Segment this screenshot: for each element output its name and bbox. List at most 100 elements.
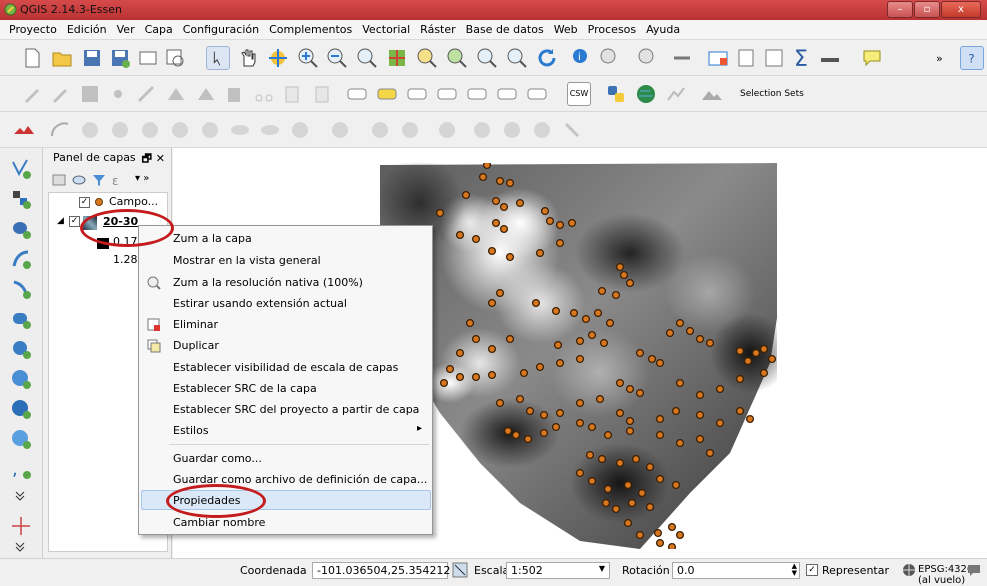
digitize-curve-icon[interactable]	[48, 118, 72, 142]
paste-features-icon[interactable]	[310, 82, 334, 106]
delete-part-icon[interactable]	[228, 118, 252, 142]
scale-combobox[interactable]: 1:502 ▼	[506, 562, 610, 579]
add-mssql-layer-icon[interactable]	[10, 278, 32, 300]
split-parts-icon[interactable]	[368, 118, 392, 142]
zoom-next-icon[interactable]	[505, 46, 529, 70]
move-label-icon[interactable]	[465, 82, 489, 106]
save-edits-icon[interactable]	[78, 82, 102, 106]
menu-complementos[interactable]: Complementos	[264, 20, 357, 39]
menu-item-remove[interactable]: Eliminar	[173, 318, 218, 331]
rotation-spinbox[interactable]: 0.0 ▲ ▼	[672, 562, 800, 579]
map-tips-icon[interactable]	[860, 46, 884, 70]
identify-features-icon[interactable]: i	[570, 46, 594, 70]
add-delimited-text-layer-icon[interactable]: ,	[10, 458, 32, 480]
add-wms-layer-icon[interactable]	[10, 368, 32, 390]
cut-features-icon[interactable]	[252, 82, 276, 106]
pan-to-selection-icon[interactable]	[266, 46, 290, 70]
toolbar-overflow-button[interactable]: »	[936, 52, 943, 65]
offset-point-icon[interactable]	[530, 118, 554, 142]
filter-expression-icon[interactable]: ε	[111, 172, 127, 188]
menu-vectorial[interactable]: Vectorial	[357, 20, 415, 39]
measure-icon[interactable]	[670, 46, 694, 70]
pin-labels-icon[interactable]	[405, 82, 429, 106]
menu-item-scale-visibility[interactable]: Establecer visibilidad de escala de capa…	[173, 361, 398, 374]
menu-ver[interactable]: Ver	[112, 20, 140, 39]
delete-selected-icon[interactable]	[222, 82, 246, 106]
measure-line-icon[interactable]	[818, 46, 842, 70]
help-icon[interactable]: ?	[960, 46, 984, 70]
menu-raster[interactable]: Ráster	[415, 20, 460, 39]
menu-configuracion[interactable]: Configuración	[178, 20, 264, 39]
delete-ring-icon[interactable]	[198, 118, 222, 142]
statistics-icon[interactable]	[762, 46, 786, 70]
zoom-to-layer-icon[interactable]	[445, 46, 469, 70]
terrain-profile-icon[interactable]	[12, 118, 36, 142]
regular-shape-icon[interactable]	[560, 118, 584, 142]
layer-visibility-checkbox[interactable]: ✓	[69, 216, 80, 227]
label-tool-icon[interactable]	[345, 82, 369, 106]
move-feature-icon[interactable]	[134, 82, 158, 106]
toggle-extents-icon[interactable]	[452, 562, 468, 578]
add-oracle-layer-icon[interactable]	[10, 308, 32, 330]
selection-sets-label[interactable]: Selection Sets	[740, 89, 804, 99]
copy-features-icon[interactable]	[280, 82, 304, 106]
current-edits-icon[interactable]	[20, 82, 44, 106]
georeferencer-icon[interactable]	[664, 82, 688, 106]
menu-item-set-project-crs[interactable]: Establecer SRC del proyecto a partir de …	[173, 403, 419, 416]
zoom-to-selection-icon[interactable]	[415, 46, 439, 70]
field-calculator-icon[interactable]	[734, 46, 758, 70]
render-checkbox[interactable]: ✓	[806, 564, 818, 576]
add-vector-layer-icon[interactable]	[10, 158, 32, 180]
python-console-icon[interactable]	[604, 82, 628, 106]
sum-icon[interactable]: Σ	[790, 46, 814, 70]
open-project-icon[interactable]	[50, 46, 74, 70]
menu-item-styles[interactable]: Estilos	[173, 424, 209, 437]
sidebar-more-bottom-icon[interactable]	[14, 541, 26, 553]
menu-item-zoom-to-layer[interactable]: Zum a la capa	[173, 232, 252, 245]
pan-map-icon[interactable]	[236, 46, 260, 70]
panel-toolbar-more[interactable]: ▾ »	[135, 173, 149, 184]
composer-manager-icon[interactable]	[163, 46, 187, 70]
split-features-icon[interactable]	[328, 118, 352, 142]
highlight-pin-labels-icon[interactable]	[375, 82, 399, 106]
menu-ayuda[interactable]: Ayuda	[641, 20, 685, 39]
menu-capa[interactable]: Capa	[140, 20, 178, 39]
rotate-point-icon[interactable]	[500, 118, 524, 142]
csw-button[interactable]: CSW	[567, 82, 591, 106]
filter-legend-icon[interactable]	[91, 172, 107, 188]
rotate-label-icon[interactable]	[495, 82, 519, 106]
rotate-symbols-icon[interactable]	[470, 118, 494, 142]
new-project-icon[interactable]	[20, 46, 44, 70]
add-db2-layer-icon[interactable]	[10, 338, 32, 360]
show-hide-labels-icon[interactable]	[435, 82, 459, 106]
fill-ring-icon[interactable]	[168, 118, 192, 142]
refresh-icon[interactable]	[535, 46, 559, 70]
zoom-full-icon[interactable]	[385, 46, 409, 70]
add-spatialite-layer-icon[interactable]	[10, 248, 32, 270]
menu-edicion[interactable]: Edición	[62, 20, 112, 39]
add-group-icon[interactable]	[51, 172, 67, 188]
add-raster-layer-icon[interactable]	[10, 188, 32, 210]
minimize-button[interactable]: –	[887, 1, 913, 18]
menu-item-duplicate[interactable]: Duplicar	[173, 339, 219, 352]
terrain-icon[interactable]	[700, 82, 724, 106]
zoom-last-icon[interactable]	[475, 46, 499, 70]
menu-item-save-as[interactable]: Guardar como...	[173, 452, 262, 465]
group-visibility-checkbox[interactable]: ✓	[79, 197, 90, 208]
messages-icon[interactable]	[966, 562, 982, 578]
menu-procesos[interactable]: Procesos	[583, 20, 641, 39]
menu-item-show-in-overview[interactable]: Mostrar en la vista general	[173, 254, 321, 267]
touch-zoom-icon[interactable]	[206, 46, 230, 70]
edit-tool-icon[interactable]	[194, 82, 218, 106]
zoom-out-icon[interactable]	[325, 46, 349, 70]
menu-base-de-datos[interactable]: Base de datos	[461, 20, 549, 39]
add-wfs-layer-icon[interactable]	[10, 428, 32, 450]
add-feature-icon[interactable]	[106, 82, 130, 106]
sidebar-more-icon[interactable]	[14, 490, 26, 502]
new-print-composer-icon[interactable]	[136, 46, 160, 70]
menu-item-zoom-native-resolution[interactable]: Zum a la resolución nativa (100%)	[173, 276, 363, 289]
offset-curve-icon[interactable]	[288, 118, 312, 142]
merge-attributes-icon[interactable]	[435, 118, 459, 142]
expand-arrow-icon[interactable]: ◢	[57, 216, 64, 226]
menu-web[interactable]: Web	[549, 20, 583, 39]
